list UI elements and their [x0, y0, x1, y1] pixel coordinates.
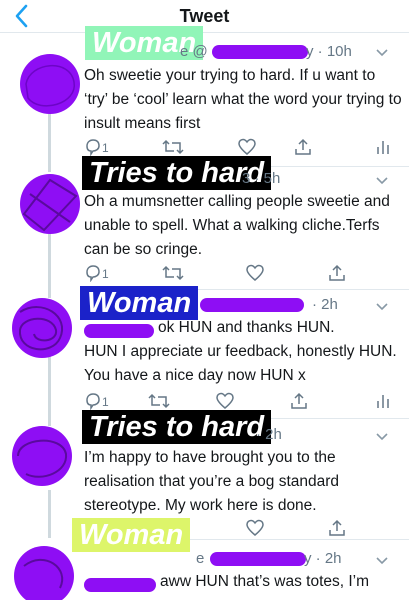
- page-title: Tweet: [179, 6, 230, 26]
- share-button[interactable]: [290, 392, 308, 414]
- tweet-time: y · 10h: [306, 43, 352, 60]
- reply-count: 1: [102, 395, 109, 409]
- redacted-name: [200, 298, 304, 312]
- like-icon: [216, 392, 234, 409]
- tweet-text-first-line: ok HUN and thanks HUN.: [158, 319, 335, 336]
- tweet-handle: e: [196, 550, 205, 567]
- tweet-text: Oh sweetie your trying to hard. If u wan…: [84, 67, 402, 132]
- tweet-time: · 2h: [312, 296, 338, 313]
- redacted-mention: [84, 324, 154, 338]
- overlay-label-woman: Woman: [72, 518, 191, 552]
- avatar[interactable]: [20, 54, 80, 114]
- share-button[interactable]: [294, 138, 312, 160]
- share-button[interactable]: [328, 519, 346, 541]
- like-button[interactable]: [246, 519, 264, 541]
- chevron-down-icon[interactable]: [375, 302, 389, 312]
- retweet-button[interactable]: [162, 264, 184, 286]
- overlay-label-woman: Woman: [80, 286, 199, 320]
- reply-icon: [86, 393, 100, 411]
- reply-button[interactable]: 1: [84, 264, 109, 286]
- like-icon: [246, 264, 264, 281]
- share-icon: [291, 392, 307, 409]
- analytics-button[interactable]: [376, 138, 390, 160]
- chevron-down-icon[interactable]: [375, 176, 389, 186]
- reply-count: 1: [102, 141, 109, 155]
- tweet[interactable]: Woman · 2h ok HUN and thanks HUN. HUN I …: [0, 286, 409, 416]
- avatar[interactable]: [12, 426, 72, 486]
- tweet-actions: 1: [84, 264, 394, 286]
- reply-icon: [86, 265, 100, 283]
- share-icon: [329, 519, 345, 536]
- analytics-button[interactable]: [376, 392, 390, 414]
- avatar[interactable]: [20, 174, 80, 234]
- overlay-label-tries-to-hard: Tries to hard: [82, 410, 272, 444]
- reply-icon: [86, 139, 100, 157]
- analytics-icon: [377, 395, 389, 408]
- chevron-down-icon[interactable]: [375, 48, 389, 58]
- tweet-time: y · 2h: [304, 550, 342, 567]
- tweet-time: 3 · 5h: [242, 170, 281, 187]
- redacted-handle: [210, 552, 306, 566]
- like-button[interactable]: [246, 264, 264, 286]
- redacted-handle: [212, 45, 308, 59]
- retweet-icon: [162, 265, 184, 281]
- top-bar: Tweet: [0, 0, 409, 33]
- like-icon: [246, 519, 264, 536]
- avatar[interactable]: [14, 546, 74, 600]
- tweet-text: I’m happy to have brought you to the rea…: [84, 449, 340, 514]
- tweet[interactable]: Woman e @ y · 10h Oh sweetie your trying…: [0, 26, 409, 164]
- analytics-icon: [377, 141, 389, 154]
- tweet-time: · 2h: [256, 426, 282, 443]
- retweet-icon: [148, 393, 170, 409]
- share-icon: [295, 138, 311, 155]
- chevron-down-icon[interactable]: [375, 556, 389, 566]
- share-button[interactable]: [328, 264, 346, 286]
- tweet[interactable]: Tries to hard 3 · 5h Oh a mumsnetter cal…: [0, 156, 409, 292]
- share-icon: [329, 264, 345, 281]
- tweet-handle: e @: [180, 43, 208, 60]
- tweet-text: Oh a mumsnetter calling people sweetie a…: [84, 193, 390, 258]
- tweet-text: HUN I appreciate ur feedback, honestly H…: [84, 343, 397, 384]
- reply-count: 1: [102, 267, 109, 281]
- tweet[interactable]: Woman e y · 2h aww HUN that’s was totes,…: [0, 518, 409, 600]
- avatar[interactable]: [12, 298, 72, 358]
- like-icon: [238, 138, 256, 155]
- chevron-down-icon[interactable]: [375, 432, 389, 442]
- tweet-text-first-line: aww HUN that’s was totes, I’m: [160, 573, 370, 590]
- retweet-icon: [162, 139, 184, 155]
- redacted-mention: [84, 578, 156, 592]
